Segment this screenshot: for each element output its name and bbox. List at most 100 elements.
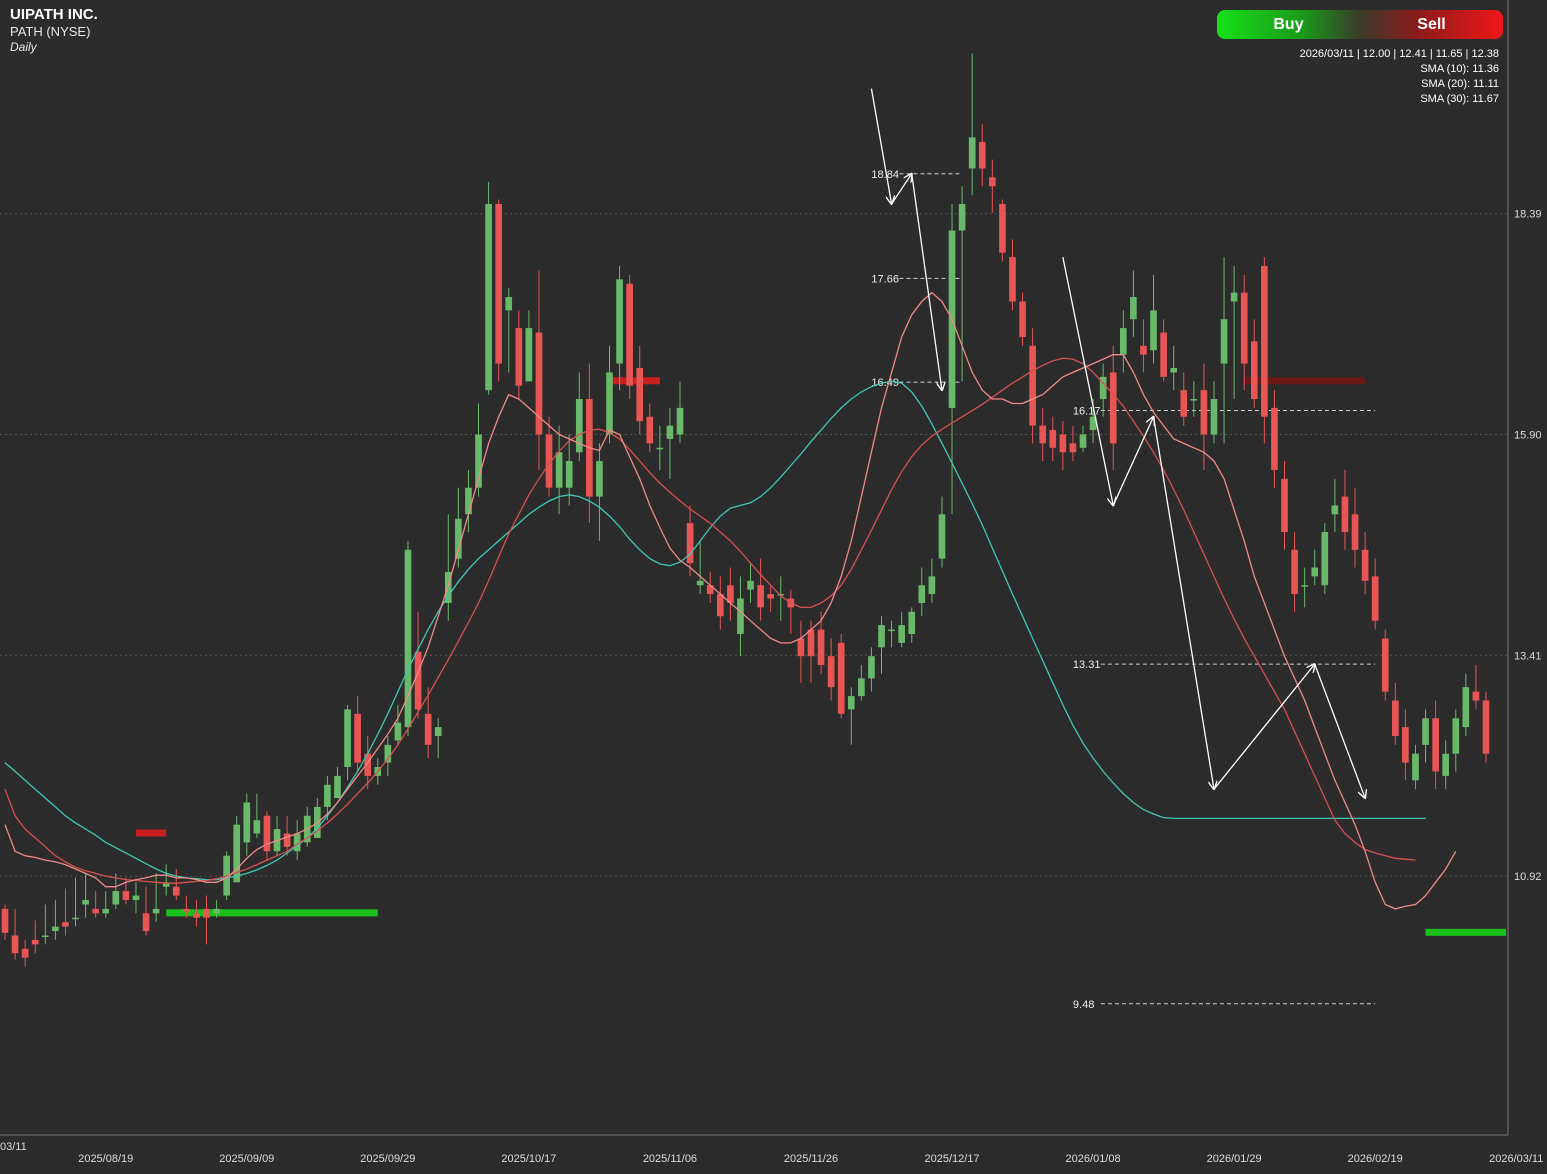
x-tick-label: 2026/01/29 [1207,1153,1262,1165]
candle [1381,629,1389,701]
x-tick-label: 2025/08/19 [78,1153,133,1165]
chart-header: UIPATH INC. PATH (NYSE) Daily [10,6,98,55]
candle-body [495,203,502,364]
candle-body [515,328,523,386]
candle-body [1140,345,1147,355]
candle-body [1190,399,1198,401]
candle-body [41,935,49,937]
candle-body [1361,549,1369,581]
candle-body [1130,297,1137,320]
candle-body [1200,390,1208,435]
candle-body [968,137,976,169]
candle-body [1069,443,1077,453]
price-level-label: 17.66 [871,273,899,285]
candle-body [62,922,69,927]
candle-body [183,908,190,912]
candle-body [142,913,150,932]
candle-body [737,598,744,635]
candle-body [555,452,563,488]
candle-body [253,820,261,834]
candle [837,634,845,719]
candle-body [505,297,513,311]
price-info-panel: 2026/03/11 | 12.00 | 12.41 | 11.65 | 12.… [1300,47,1499,107]
sma10-readout: SMA (10): 11.36 [1420,63,1499,75]
candle [1321,523,1329,595]
candle-body [757,585,764,608]
buy-sell-toggle[interactable]: Buy Sell [1217,10,1503,39]
candle [404,540,412,736]
sma30-readout: SMA (30): 11.67 [1420,93,1499,105]
candle-body [797,638,805,657]
candle-body [636,367,644,422]
candle-body [394,722,402,741]
candle-body [1291,549,1298,595]
candle-body [817,629,825,666]
candle-body [827,656,835,688]
candle-body [1311,567,1319,577]
candle-body [102,908,110,914]
signal-zone [1425,928,1507,936]
candle-body [716,594,724,617]
candle-body [1281,478,1288,533]
candle-body [1059,434,1067,453]
candle-body [1462,687,1470,728]
candle-body [172,886,180,896]
candle-body [11,935,19,954]
x-tick-label: 2025/11/26 [784,1153,838,1165]
candle-body [596,461,603,497]
x-tick-label: 2026/03/11 [1489,1153,1543,1165]
price-level-label: 16.49 [871,377,899,389]
candle-body [1119,328,1127,355]
ticker-symbol: PATH (NYSE) [10,24,91,39]
x-tick-label: 2025/09/29 [360,1153,415,1165]
candle-body [1009,257,1016,302]
company-name: UIPATH INC. [10,6,98,23]
candle-body [112,891,120,905]
candle-body [1301,585,1308,587]
candle-body [1432,718,1439,772]
candle-body [152,908,160,914]
candle-body [72,917,79,920]
sell-button[interactable]: Sell [1360,10,1503,39]
price-level-label: 16.17 [1073,406,1101,418]
candle-body [616,279,623,364]
candle-body [122,891,130,901]
candle-body [21,948,29,958]
candle-body [193,913,200,918]
candle [1261,257,1268,444]
candle-body [82,900,89,905]
candle-body [1482,700,1490,754]
candle [999,199,1006,262]
candle-body [978,141,986,169]
candle-body [31,939,39,945]
price-level-label: 9.48 [1073,999,1094,1011]
candle-body [1039,425,1047,444]
candle-body [1160,332,1167,377]
candle-body [676,407,684,435]
candle-body [324,784,331,807]
candle-body [203,908,210,918]
candle-body [1321,532,1329,586]
candle [626,274,633,400]
candle-body [1170,367,1178,373]
candle-body [344,709,351,768]
candle [1482,691,1490,763]
candle-body [1261,266,1268,417]
x-tick-label: 2025/12/17 [925,1153,980,1165]
candle-body [1472,691,1480,701]
candle-body [465,487,472,515]
candle-body [958,203,966,231]
candle-body [1271,407,1278,470]
candle-body [626,283,633,386]
candle-body [243,802,251,843]
candle-body [1392,700,1399,736]
price-chart[interactable]: 10.92 13.41 15.90 18.39 03/11 2025/08/19 2025/… [0,0,1547,1174]
candle-body [1341,496,1349,533]
candle-body [1250,341,1258,400]
candle-body [1029,345,1036,426]
x-tick-label: 2025/11/06 [643,1153,697,1165]
candle-body [1150,310,1157,351]
candle-body [525,328,533,382]
buy-button[interactable]: Buy [1217,10,1360,39]
candle-body [938,514,946,559]
